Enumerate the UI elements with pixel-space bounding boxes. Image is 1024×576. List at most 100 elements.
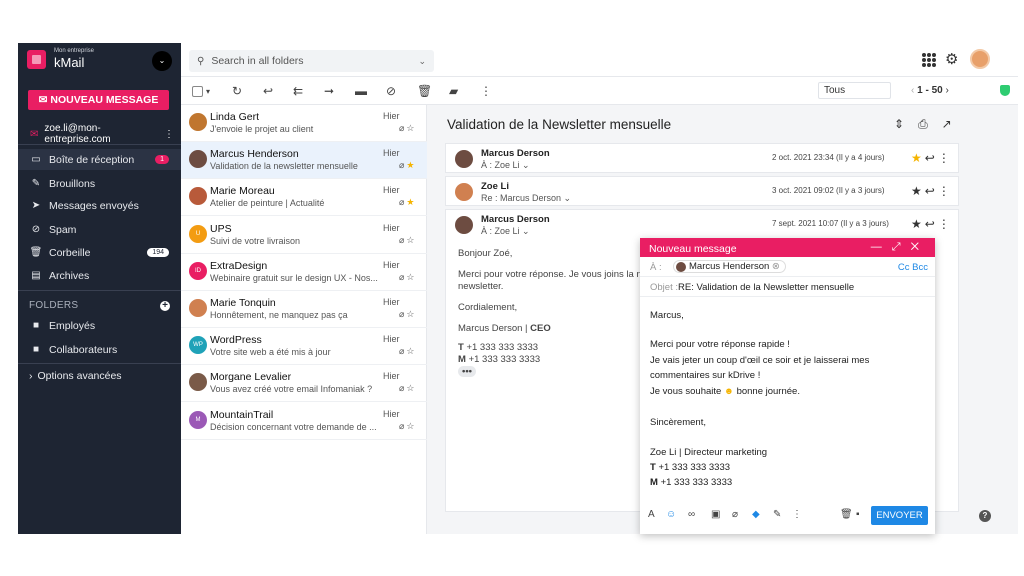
sidebar-item-inbox[interactable]: ▭ Boîte de réception 1 <box>18 149 181 170</box>
page-range: 1 - 50 <box>917 85 943 96</box>
sidebar-item-collaborateurs[interactable]: ■ Collaborateurs <box>18 339 181 360</box>
list-item[interactable]: ID ExtraDesign Webinaire gratuit sur le de… <box>181 254 427 291</box>
close-icon[interactable]: ✕ <box>911 241 929 253</box>
forward-icon[interactable]: ➞ <box>324 84 334 98</box>
expand-icon[interactable]: ⇕ <box>894 117 918 131</box>
star-icon[interactable]: ☆ <box>406 272 416 282</box>
text-format-icon[interactable]: A <box>648 509 655 520</box>
move-folder-icon[interactable]: ▰ <box>449 84 458 98</box>
more-vertical-icon[interactable]: ⋮ <box>938 151 953 165</box>
list-item[interactable]: U UPS Suivi de votre livraison Hier ⌀☆ <box>181 217 427 254</box>
star-icon[interactable]: ★ <box>911 217 925 231</box>
list-item[interactable]: Linda Gert J'envoie le projet au client Hi… <box>181 105 427 142</box>
list-item[interactable]: Marie Moreau Atelier de peinture | Actual… <box>181 179 427 217</box>
star-icon[interactable]: ☆ <box>406 383 416 393</box>
reply-icon[interactable]: ↩ <box>263 84 273 98</box>
list-item[interactable]: M MountainTrail Décision concernant votre … <box>181 403 427 440</box>
more-vertical-icon[interactable]: ⋮ <box>480 84 492 98</box>
attachment-icon[interactable]: ⌀ <box>732 509 738 520</box>
list-item[interactable]: Marie Tonquin Honnêtement, ne manquez pas… <box>181 291 427 328</box>
sidebar-item-spam[interactable]: ⊘ Spam <box>18 219 181 240</box>
to-field[interactable]: À : Marcus Henderson ⊗ Cc Bcc <box>640 257 935 277</box>
brand[interactable]: Mon entreprise kMail <box>27 48 94 70</box>
minimize-icon[interactable]: — <box>871 241 892 253</box>
thread-message[interactable]: Marcus Derson À : Zoe Li ⌄ 7 sept. 2021 … <box>445 209 959 239</box>
kdrive-icon[interactable]: ◆ <box>752 509 760 520</box>
image-icon[interactable]: ▣ <box>711 509 720 520</box>
star-icon[interactable]: ☆ <box>406 123 416 133</box>
chevron-down-icon[interactable]: ▾ <box>206 87 210 96</box>
compose-title: Nouveau message <box>649 243 737 255</box>
next-page-icon[interactable]: › <box>945 85 948 96</box>
gear-icon[interactable]: ⚙ <box>945 50 958 68</box>
send-button[interactable]: ENVOYER <box>871 506 928 525</box>
star-icon[interactable]: ★ <box>911 151 925 165</box>
more-vertical-icon[interactable]: ⋮ <box>938 184 953 198</box>
star-icon[interactable]: ☆ <box>406 421 416 431</box>
expand-icon[interactable]: ⤢ <box>892 241 911 253</box>
avatar <box>455 216 473 234</box>
star-icon[interactable]: ★ <box>406 160 416 170</box>
list-item[interactable]: WP WordPress Votre site web a été mis à jo… <box>181 328 427 366</box>
list-item[interactable]: Marcus Henderson Validation de la newslet… <box>181 142 427 180</box>
subject-field[interactable]: Objet : RE: Validation de la Newsletter … <box>640 277 935 297</box>
message-date: Hier <box>383 111 400 121</box>
archive-icon[interactable]: ▬ <box>355 84 367 98</box>
search-input[interactable]: ⚲ Search in all folders ⌄ <box>189 50 434 72</box>
sidebar-item-drafts[interactable]: ✎ Brouillons <box>18 173 181 194</box>
divider <box>18 290 181 291</box>
recipient-chip[interactable]: Marcus Henderson ⊗ <box>673 260 786 273</box>
sidebar-item-trash[interactable]: 🗑 Corbeille 194 <box>18 242 181 263</box>
advanced-options[interactable]: › Options avancées <box>18 365 181 386</box>
more-vertical-icon[interactable]: ⋮ <box>164 129 174 140</box>
filter-select[interactable]: Tous <box>818 82 891 99</box>
save-draft-icon[interactable]: ▪ <box>856 509 860 520</box>
list-item[interactable]: Morgane Levalier Vous avez créé votre ema… <box>181 365 427 403</box>
add-folder-icon[interactable]: + <box>160 301 170 311</box>
message-subject: Votre site web a été mis à jour <box>210 347 331 358</box>
star-icon[interactable]: ☆ <box>406 346 416 356</box>
shield-icon[interactable] <box>1000 85 1010 96</box>
more-vertical-icon[interactable]: ⋮ <box>792 509 802 520</box>
reply-icon[interactable]: ↩ <box>925 184 938 198</box>
star-icon[interactable]: ★ <box>406 197 416 207</box>
reply-icon[interactable]: ↩ <box>925 217 938 231</box>
show-quoted-button[interactable]: ••• <box>458 366 476 377</box>
reply-icon[interactable]: ↩ <box>925 151 938 165</box>
chevron-down-icon[interactable]: ⌄ <box>152 51 172 71</box>
sidebar-item-employes[interactable]: ■ Employés <box>18 315 181 336</box>
new-message-button[interactable]: ✉ NOUVEAU MESSAGE <box>28 90 169 110</box>
pencil-icon[interactable]: ✎ <box>773 509 781 520</box>
cc-bcc-toggle[interactable]: Cc Bcc <box>898 262 928 273</box>
emoji-icon[interactable]: ☺ <box>666 509 676 520</box>
prev-page-icon[interactable]: ‹ <box>911 85 914 96</box>
trash-icon[interactable]: 🗑 <box>840 509 853 520</box>
star-icon[interactable]: ☆ <box>406 309 416 319</box>
trash-icon[interactable]: 🗑 <box>417 84 432 98</box>
folders-heading: FOLDERS <box>29 300 79 311</box>
thread-message[interactable]: Marcus Derson À : Zoe Li ⌄ 2 oct. 2021 2… <box>445 143 959 173</box>
avatar[interactable] <box>970 49 990 69</box>
more-vertical-icon[interactable]: ⋮ <box>938 217 953 231</box>
message-date: 7 sept. 2021 10:07 (Il y a 3 jours) <box>772 219 889 228</box>
account-switcher[interactable]: ✉ zoe.li@mon-entreprise.com ⋮ <box>30 123 174 145</box>
message-list: Linda Gert J'envoie le projet au client Hi… <box>181 105 427 534</box>
subject-value: RE: Validation de la Newsletter mensuell… <box>678 282 855 293</box>
thread-message[interactable]: Zoe Li Re : Marcus Derson ⌄ 3 oct. 2021 … <box>445 176 959 206</box>
chevron-down-icon[interactable]: ⌄ <box>418 56 426 67</box>
star-icon[interactable]: ★ <box>911 184 925 198</box>
trash-count-badge: 194 <box>147 248 169 257</box>
sidebar-item-archives[interactable]: ▤ Archives <box>18 265 181 286</box>
refresh-icon[interactable]: ↻ <box>232 84 242 98</box>
spam-icon[interactable]: ⊘ <box>386 84 396 98</box>
star-icon[interactable]: ☆ <box>406 235 416 245</box>
reply-all-icon[interactable]: ⇇ <box>293 84 303 98</box>
sidebar-item-sent[interactable]: ➤ Messages envoyés <box>18 195 181 216</box>
sender-name: Marie Moreau <box>210 185 275 198</box>
open-external-icon[interactable]: ↗ <box>942 117 966 131</box>
link-icon[interactable]: ∞ <box>688 509 695 520</box>
select-all-checkbox[interactable] <box>192 86 203 97</box>
print-icon[interactable]: ⎙ <box>918 117 942 131</box>
help-icon[interactable]: ? <box>979 510 991 522</box>
apps-grid-icon[interactable] <box>922 53 936 67</box>
